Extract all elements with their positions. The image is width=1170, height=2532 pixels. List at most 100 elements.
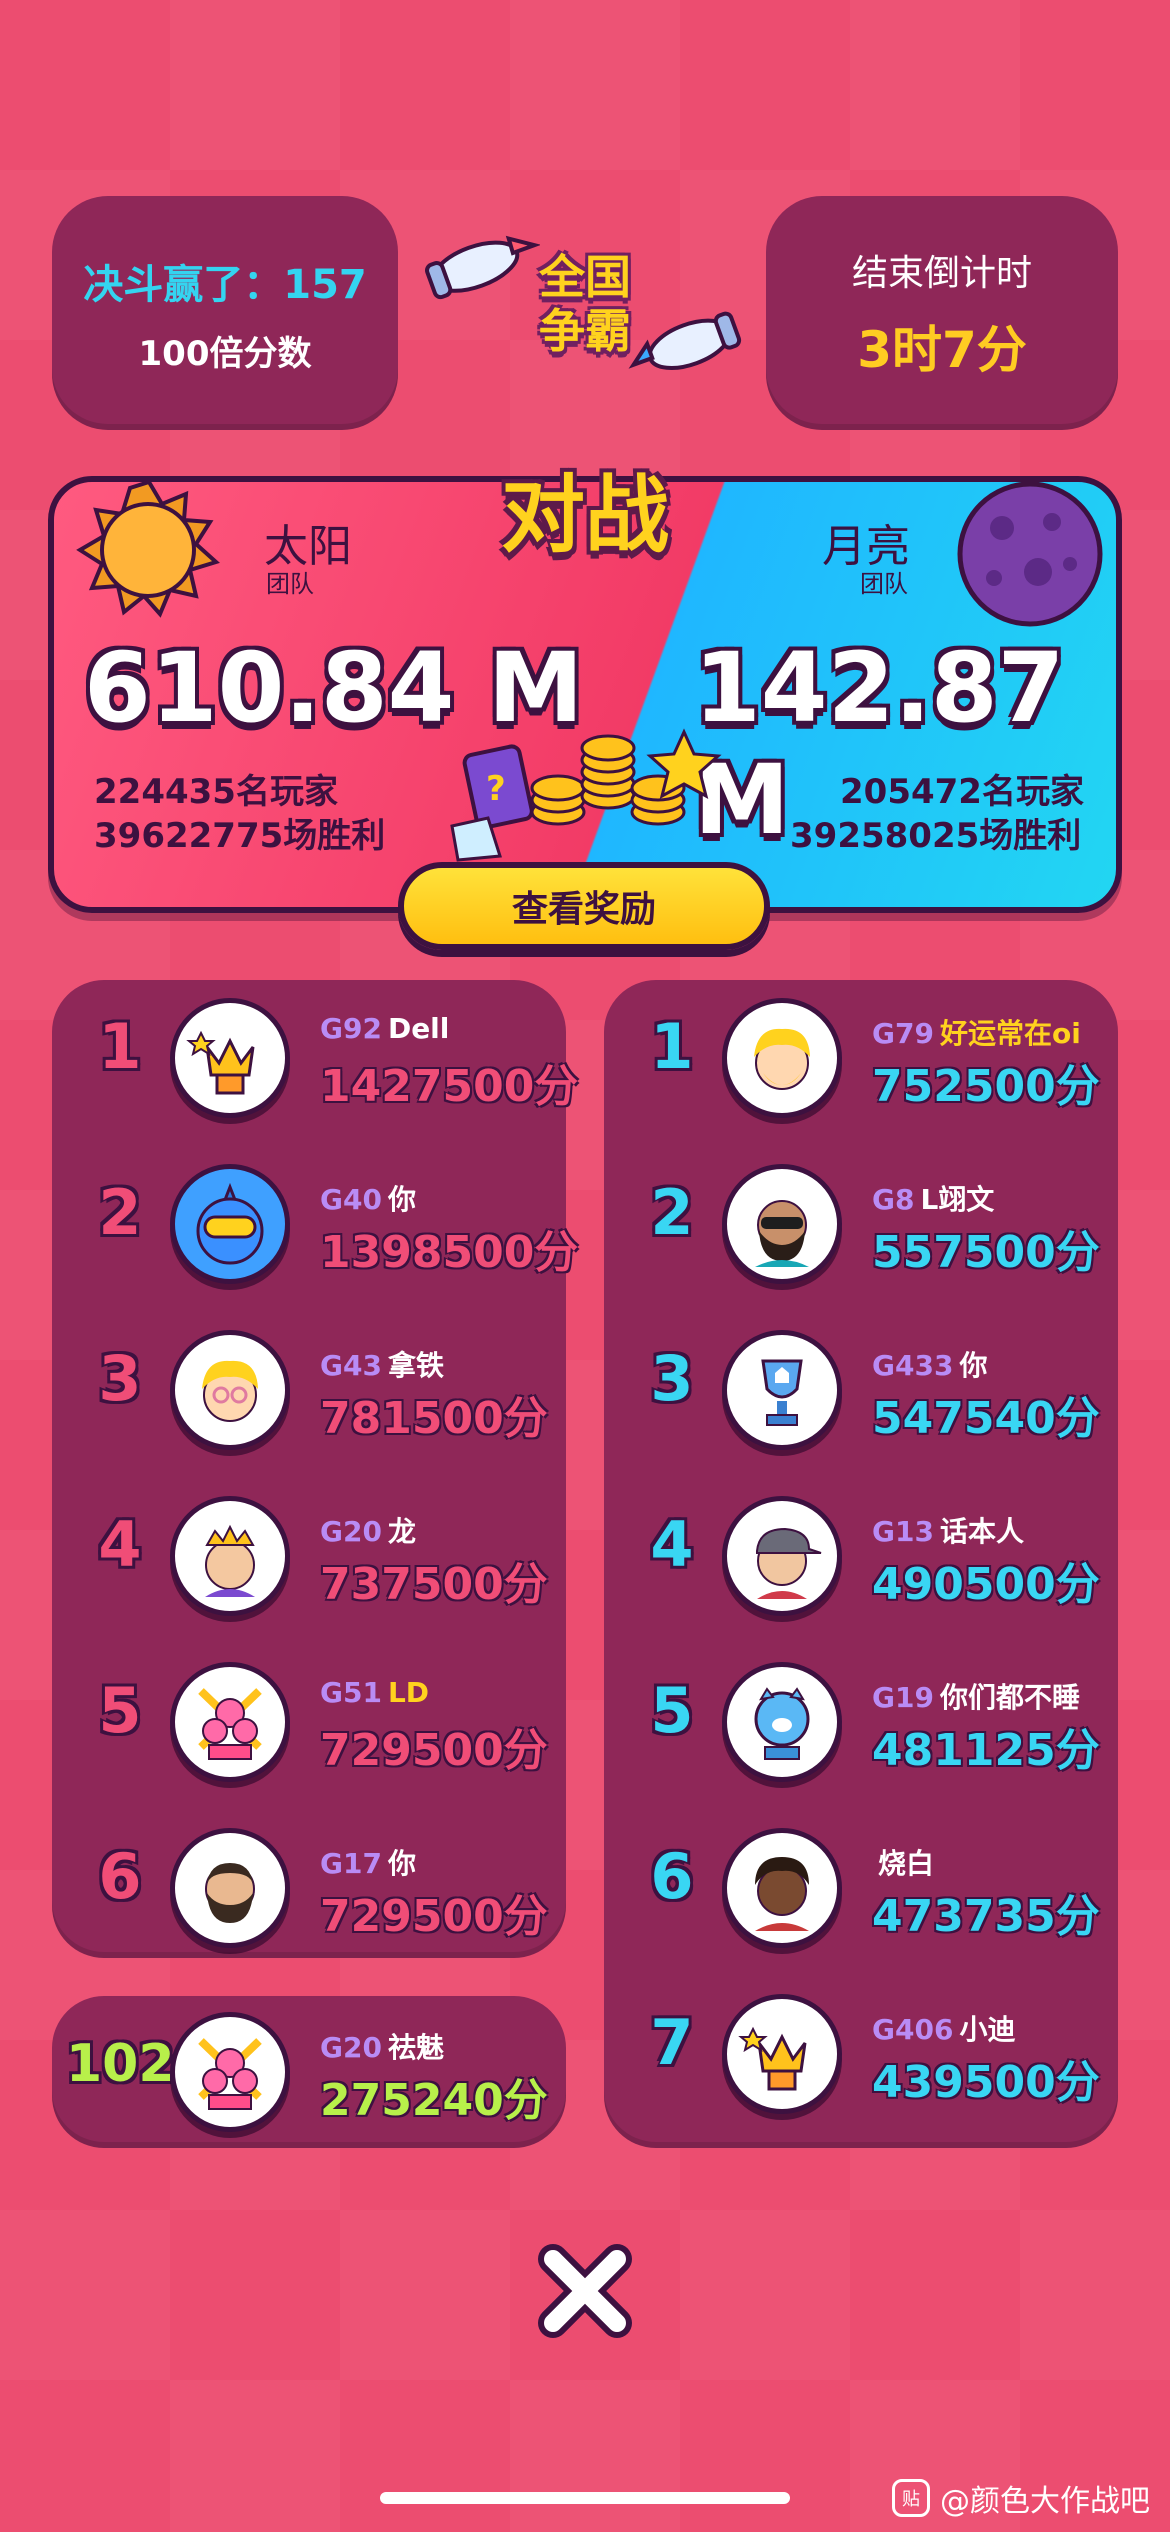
player-nickname: 你们都不睡	[939, 1681, 1080, 1714]
sun-team-leaderboard: 1 G92 Dell 1427500分 2 G40 你 1398500分 3 G43…	[52, 980, 578, 1958]
view-rewards-button[interactable]: 查看奖励	[398, 862, 770, 950]
rank-number: 6	[98, 1840, 142, 1913]
list-item[interactable]: 1 G79 好运常在oi 752500分	[604, 992, 1118, 1122]
player-name: G20 龙	[320, 1510, 416, 1550]
list-item[interactable]: 7 G406 小迪 439500分	[604, 1988, 1118, 2118]
player-level: G20	[320, 1515, 382, 1548]
player-score: 752500分	[872, 1061, 1100, 1112]
sun-team-label: 团队	[266, 570, 314, 598]
player-nickname: Dell	[387, 1012, 450, 1045]
player-score: 1398500分	[320, 1227, 579, 1278]
player-name: G13 话本人	[872, 1510, 1024, 1550]
blue-pig-trophy-icon	[722, 1662, 842, 1782]
countdown-label: 结束倒计时	[851, 253, 1032, 294]
pink-skull-trophy-icon	[170, 1662, 290, 1782]
rank-number: 3	[650, 1342, 694, 1415]
player-name: G8 L翊文	[872, 1178, 994, 1218]
rank-number: 102	[66, 2034, 175, 2094]
player-score: 481125分	[872, 1725, 1100, 1776]
curly-hair-avatar	[722, 1828, 842, 1948]
player-nickname: 祛魅	[387, 2031, 444, 2064]
blue-trophy-icon	[722, 1330, 842, 1450]
list-item[interactable]: 4 G20 龙 737500分	[52, 1490, 566, 1620]
close-icon	[538, 2244, 632, 2338]
player-level: G43	[320, 1349, 382, 1382]
player-level: G92	[320, 1012, 382, 1045]
player-name: G79 好运常在oi	[872, 1012, 1081, 1052]
list-item[interactable]: 2 G40 你 1398500分	[52, 1158, 578, 1288]
countdown-card: 结束倒计时 3时7分	[766, 196, 1118, 430]
list-item[interactable]: 3 G43 拿铁 781500分	[52, 1324, 566, 1454]
cap-avatar	[722, 1496, 842, 1616]
player-level: G406	[872, 2013, 954, 2046]
player-score: 737500分	[320, 1559, 548, 1610]
rewards-pile-icon: ?	[450, 728, 722, 862]
list-item[interactable]: 6 G17 你 729500分	[52, 1822, 566, 1952]
player-score: 490500分	[872, 1559, 1100, 1610]
player-level: G8	[872, 1183, 915, 1216]
player-score: 473735分	[872, 1891, 1100, 1942]
player-name: G43 拿铁	[320, 1344, 444, 1384]
close-button[interactable]	[530, 2236, 640, 2346]
list-item[interactable]: 5 G19 你们都不睡 481125分	[604, 1656, 1118, 1786]
moon-team-leaderboard: 1 G79 好运常在oi 752500分 2 G8 L翊文 557500分 3 G4…	[604, 980, 1118, 2148]
player-name: 烧白	[872, 1842, 934, 1882]
player-level: G19	[872, 1681, 934, 1714]
player-nickname: L翊文	[920, 1183, 995, 1216]
list-item[interactable]: 6 烧白 473735分	[604, 1822, 1118, 1952]
player-name: G20 祛魅	[320, 2026, 444, 2066]
duel-wins-label: 决斗赢了：	[83, 261, 284, 308]
blonde-avatar	[170, 1330, 290, 1450]
sunglasses-avatar	[722, 1164, 842, 1284]
player-nickname: LD	[387, 1676, 430, 1709]
list-item[interactable]: 5 G51 LD 729500分	[52, 1656, 566, 1786]
list-item[interactable]: 2 G8 L翊文 557500分	[604, 1158, 1118, 1288]
list-item[interactable]: 4 G13 话本人 490500分	[604, 1490, 1118, 1620]
pink-skull-trophy-icon	[170, 2012, 290, 2132]
player-nickname: 你	[959, 1349, 988, 1382]
player-score: 1427500分	[320, 1061, 579, 1112]
player-score: 439500分	[872, 2057, 1100, 2108]
moon-team-players: 205472名玩家	[840, 772, 1084, 812]
blonde-avatar	[722, 998, 842, 1118]
list-item[interactable]: 1 G92 Dell 1427500分	[52, 992, 578, 1122]
countdown-value: 3时7分	[857, 321, 1027, 379]
event-title-line1: 全国	[539, 250, 631, 304]
player-level: G433	[872, 1349, 954, 1382]
watermark-text: @颜色大作战吧	[940, 2484, 1150, 2519]
sun-team-wins: 39622775场胜利	[94, 816, 386, 856]
my-rank-card[interactable]: 102 G20 祛魅 275240分	[52, 1996, 566, 2148]
player-level: G40	[320, 1183, 382, 1216]
crowned-avatar	[170, 1496, 290, 1616]
player-name: G92 Dell	[320, 1012, 449, 1045]
home-indicator[interactable]	[380, 2492, 790, 2504]
player-level: G51	[320, 1676, 382, 1709]
duel-wins-card: 决斗赢了：157 100倍分数	[52, 196, 398, 430]
player-nickname: 龙	[387, 1515, 416, 1548]
player-name: G433 你	[872, 1344, 987, 1384]
crown-trophy-icon	[722, 1994, 842, 2114]
duel-wins-text: 决斗赢了：157	[83, 252, 367, 310]
sun-team-players: 224435名玩家	[94, 772, 338, 812]
player-name: G40 你	[320, 1178, 416, 1218]
list-item[interactable]: 3 G433 你 547540分	[604, 1324, 1118, 1454]
player-nickname: 小迪	[959, 2013, 1016, 2046]
player-level: G17	[320, 1847, 382, 1880]
bearded-avatar	[170, 1828, 290, 1948]
player-score: 729500分	[320, 1891, 548, 1942]
rank-number: 7	[650, 2006, 694, 2079]
watermark: 贴 @颜色大作战吧	[892, 2476, 1150, 2520]
rank-number: 1	[650, 1010, 694, 1083]
rank-number: 4	[650, 1508, 694, 1581]
player-nickname: 话本人	[939, 1515, 1024, 1548]
player-name: G19 你们都不睡	[872, 1676, 1080, 1716]
rank-number: 4	[98, 1508, 142, 1581]
player-nickname: 你	[387, 1183, 416, 1216]
rank-number: 5	[98, 1674, 142, 1747]
svg-text:?: ?	[486, 769, 506, 809]
crown-trophy-icon	[170, 998, 290, 1118]
blue-goggle-avatar	[170, 1164, 290, 1284]
list-item: 102 G20 祛魅 275240分	[52, 2006, 566, 2136]
player-name: G51 LD	[320, 1676, 429, 1709]
watermark-logo: 贴	[892, 2479, 930, 2517]
